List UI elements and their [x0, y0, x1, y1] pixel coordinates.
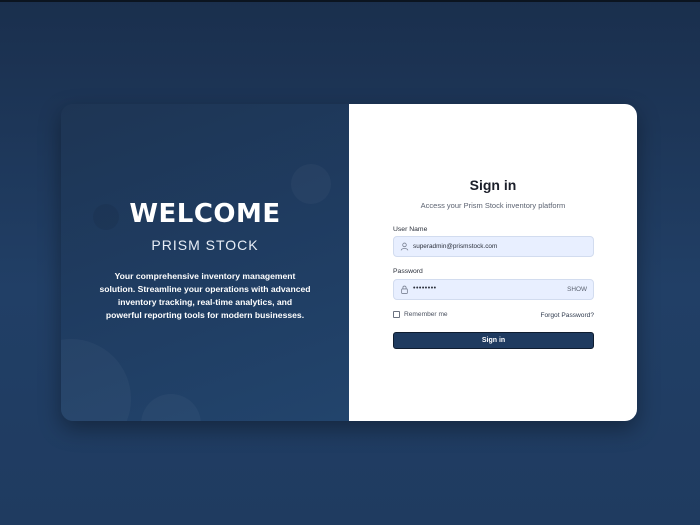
- signin-panel: Sign in Access your Prism Stock inventor…: [349, 104, 637, 421]
- decorative-circle: [141, 394, 201, 421]
- sign-in-button[interactable]: Sign in: [393, 332, 594, 349]
- user-icon: [400, 242, 409, 251]
- remember-me[interactable]: Remember me: [393, 311, 448, 318]
- password-field[interactable]: •••••••• SHOW: [393, 279, 594, 300]
- decorative-circle: [61, 339, 131, 421]
- welcome-description: Your comprehensive inventory management …: [99, 271, 311, 320]
- signin-title: Sign in: [469, 177, 517, 193]
- password-value: ••••••••: [413, 285, 437, 292]
- welcome-heading: WELCOME: [129, 199, 281, 229]
- show-password-button[interactable]: SHOW: [567, 286, 587, 293]
- password-label: Password: [393, 268, 423, 275]
- decorative-circle: [291, 164, 331, 204]
- username-value: superadmin@prismstock.com: [413, 243, 498, 250]
- signin-subtitle: Access your Prism Stock inventory platfo…: [420, 201, 566, 210]
- remember-me-label: Remember me: [404, 311, 448, 318]
- login-card: WELCOME PRISM STOCK Your comprehensive i…: [61, 104, 637, 421]
- username-label: User Name: [393, 226, 428, 233]
- username-field[interactable]: superadmin@prismstock.com: [393, 236, 594, 257]
- brand-name: PRISM STOCK: [151, 237, 259, 253]
- welcome-panel: WELCOME PRISM STOCK Your comprehensive i…: [61, 104, 349, 421]
- top-border: [0, 0, 700, 2]
- forgot-password-link[interactable]: Forgot Password?: [540, 312, 594, 319]
- lock-icon: [401, 285, 408, 294]
- remember-me-checkbox[interactable]: [393, 311, 400, 318]
